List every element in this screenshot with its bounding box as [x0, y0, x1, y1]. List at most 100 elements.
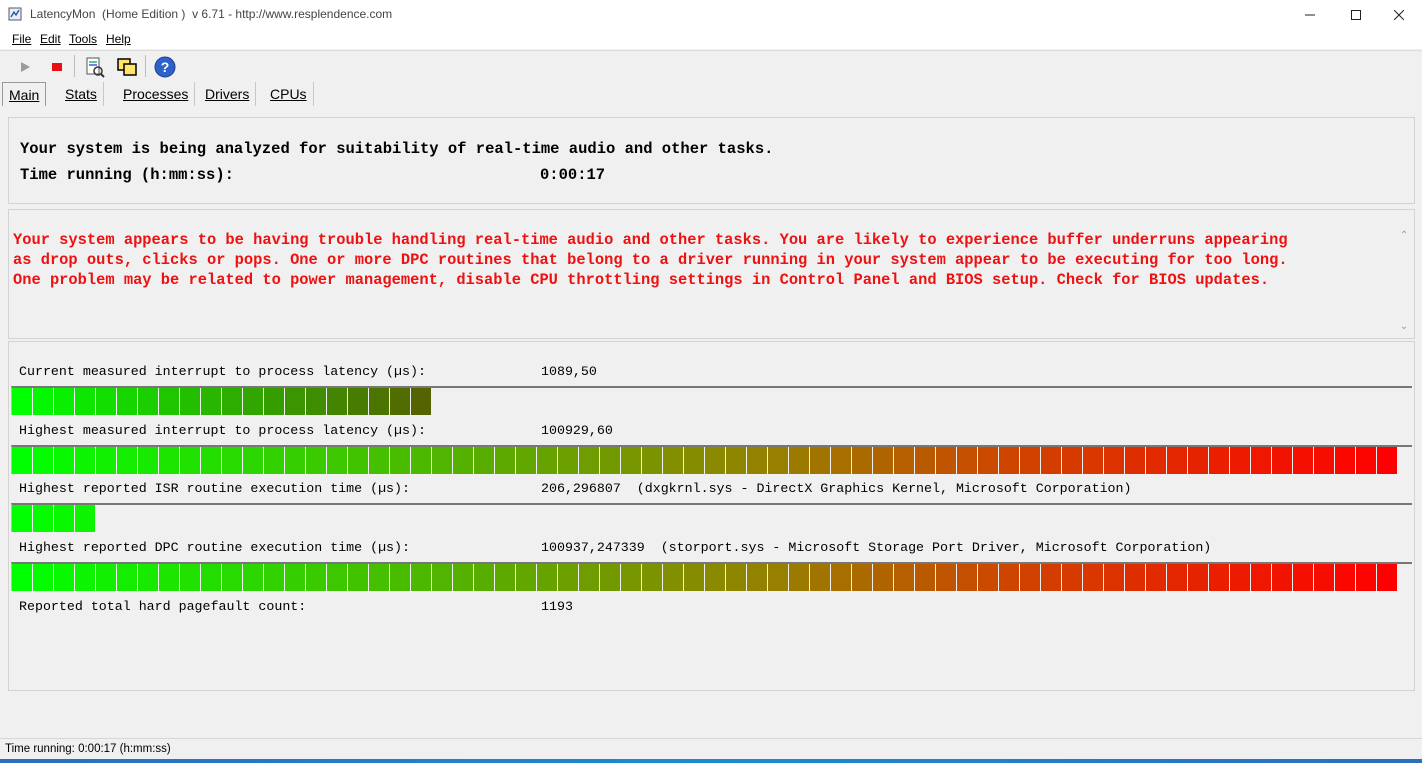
- bar-segment: [264, 388, 284, 415]
- tab-cpus[interactable]: CPUs: [264, 82, 314, 106]
- bar-segment: [495, 564, 515, 591]
- tab-drivers[interactable]: Drivers: [199, 82, 257, 106]
- tab-main[interactable]: Main: [2, 82, 47, 106]
- bar-segment: [705, 447, 725, 474]
- bar-segment: [12, 447, 32, 474]
- bar-segment: [306, 388, 326, 415]
- bar-segment: [1146, 564, 1166, 591]
- bar-segment: [1083, 564, 1103, 591]
- time-running-value: 0:00:17: [540, 166, 606, 184]
- menu-edit[interactable]: Edit: [40, 32, 61, 46]
- pagefault-count-value: 1193: [541, 599, 573, 614]
- menu-file[interactable]: File: [12, 32, 31, 46]
- bar-segment: [1293, 564, 1313, 591]
- bar-segment: [201, 447, 221, 474]
- windows-icon: [117, 58, 137, 76]
- bar-segment: [348, 447, 368, 474]
- tab-bar: Main Stats Processes Drivers CPUs: [0, 80, 1422, 106]
- bar-segment: [1020, 564, 1040, 591]
- bar-segment: [411, 564, 431, 591]
- bar-segment: [726, 447, 746, 474]
- bar-segment: [831, 447, 851, 474]
- conclusion-panel[interactable]: Your system appears to be having trouble…: [8, 209, 1415, 339]
- close-icon: [1394, 10, 1404, 20]
- window-button[interactable]: [114, 54, 140, 80]
- bar-segment: [663, 447, 683, 474]
- bar-segment: [264, 447, 284, 474]
- bar-segment: [999, 447, 1019, 474]
- scroll-up-icon[interactable]: ⌃: [1400, 230, 1408, 241]
- bar-segment: [1251, 564, 1271, 591]
- report-icon: [86, 57, 105, 78]
- bar-segment: [495, 447, 515, 474]
- tab-stats[interactable]: Stats: [59, 82, 104, 106]
- bar-segment: [999, 564, 1019, 591]
- bar-segment: [621, 564, 641, 591]
- bar-segment: [1314, 564, 1334, 591]
- bar-segment: [1020, 447, 1040, 474]
- bar-segment: [1125, 564, 1145, 591]
- bar-segment: [894, 447, 914, 474]
- highest-latency-value: 100929,60: [541, 423, 613, 438]
- bar-segment: [96, 564, 116, 591]
- bar-segment: [1188, 447, 1208, 474]
- app-icon: [8, 7, 22, 21]
- bar-segment: [243, 447, 263, 474]
- bar-segment: [747, 564, 767, 591]
- bar-segment: [915, 447, 935, 474]
- taskbar-strip: [0, 759, 1422, 763]
- bar-segment: [642, 447, 662, 474]
- bar-segment: [1230, 564, 1250, 591]
- tab-processes[interactable]: Processes: [117, 82, 196, 106]
- bar-segment: [558, 564, 578, 591]
- bar-segment: [222, 447, 242, 474]
- menu-tools[interactable]: Tools: [69, 32, 97, 46]
- maximize-icon: [1351, 10, 1361, 20]
- bar-segment: [159, 447, 179, 474]
- bar-segment: [138, 447, 158, 474]
- bar-segment: [285, 388, 305, 415]
- help-button[interactable]: ?: [152, 54, 178, 80]
- pagefault-count-label: Reported total hard pagefault count:: [19, 599, 307, 614]
- bar-segment: [12, 505, 32, 532]
- bar-segment: [537, 564, 557, 591]
- bar-segment: [1062, 564, 1082, 591]
- report-button[interactable]: [81, 54, 107, 80]
- menu-help[interactable]: Help: [106, 32, 131, 46]
- bar-segment: [1041, 447, 1061, 474]
- stop-button[interactable]: [44, 54, 70, 80]
- scroll-down-icon[interactable]: ⌄: [1400, 321, 1408, 332]
- bar-segment: [306, 564, 326, 591]
- isr-driver-detail: (dxgkrnl.sys - DirectX Graphics Kernel, …: [636, 481, 1132, 496]
- dpc-time-bar: [11, 562, 1412, 591]
- bar-segment: [180, 447, 200, 474]
- dpc-time-value: 100937,247339 (storport.sys - Microsoft …: [541, 540, 1212, 555]
- bar-segment: [1230, 447, 1250, 474]
- bar-segment: [117, 388, 137, 415]
- bar-segment: [1272, 447, 1292, 474]
- bar-segment: [1314, 447, 1334, 474]
- bar-segment: [558, 447, 578, 474]
- isr-time-bar: [11, 503, 1412, 532]
- bar-segment: [1041, 564, 1061, 591]
- bar-segment: [75, 388, 95, 415]
- close-button[interactable]: [1376, 0, 1422, 30]
- bar-segment: [96, 388, 116, 415]
- bar-segment: [768, 447, 788, 474]
- bar-segment: [600, 447, 620, 474]
- bar-segment: [327, 388, 347, 415]
- bar-segment: [117, 447, 137, 474]
- bar-segment: [54, 388, 74, 415]
- bar-segment: [1209, 564, 1229, 591]
- status-bar: Time running: 0:00:17 (h:mm:ss): [0, 738, 1422, 759]
- bar-segment: [75, 447, 95, 474]
- analysis-headline: Your system is being analyzed for suitab…: [20, 140, 774, 158]
- warning-text: Your system appears to be having trouble…: [13, 230, 1399, 290]
- bar-segment: [159, 388, 179, 415]
- maximize-button[interactable]: [1333, 0, 1379, 30]
- start-button[interactable]: [12, 54, 38, 80]
- bar-segment: [33, 447, 53, 474]
- bar-segment: [936, 447, 956, 474]
- minimize-button[interactable]: [1287, 0, 1333, 30]
- bar-segment: [726, 564, 746, 591]
